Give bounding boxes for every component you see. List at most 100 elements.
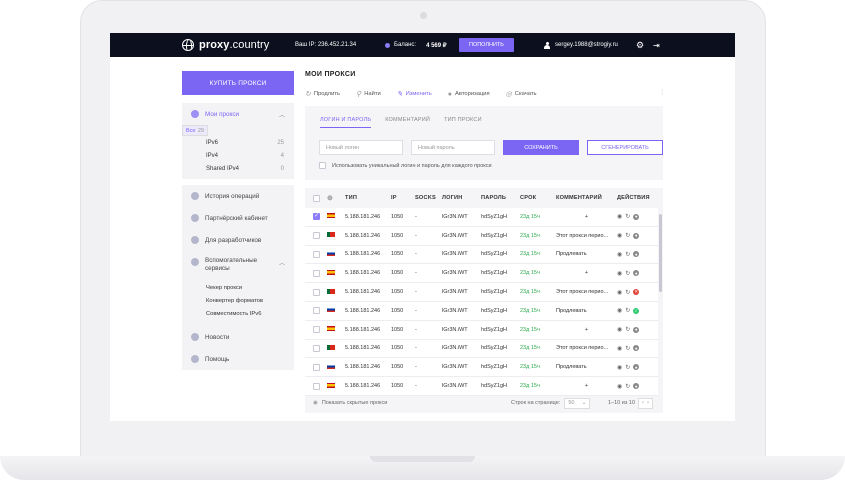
cell-comment[interactable]: Продлевать [556,251,617,257]
cell-comment[interactable]: + [556,327,617,333]
cell-comment[interactable]: Этот прокси перио... [556,345,617,351]
cell-comment[interactable]: + [556,270,617,276]
refresh-icon[interactable]: ↻ [625,251,630,258]
cell-comment[interactable]: + [556,214,617,220]
eye-icon[interactable]: ◉ [617,289,622,296]
refresh-icon[interactable]: ↻ [625,213,630,220]
col-type[interactable]: ТИП [345,195,391,201]
refresh-icon[interactable]: ↻ [625,307,630,314]
tab-login-password[interactable]: ЛОГИН И ПАРОЛЬ [320,117,372,128]
show-hidden-toggle[interactable]: ◉ Показать скрытые прокси [313,400,387,406]
col-term[interactable]: СРОК [520,195,556,201]
eye-icon[interactable]: ◉ [617,213,622,220]
filter-ipv4[interactable]: IPv4 4 [182,149,294,162]
unique-credentials-option[interactable]: Использовать уникальный логин и пароль д… [319,162,492,169]
prev-page-icon[interactable]: ‹ [642,400,644,406]
refresh-icon[interactable]: ↻ [625,326,630,333]
col-password[interactable]: ПАРОЛЬ [481,195,520,201]
select-all-checkbox[interactable] [312,194,320,202]
columns-settings-icon[interactable]: ⫶ [661,90,663,98]
tab-comment[interactable]: КОММЕНТАРИЙ [385,117,430,128]
filter-all[interactable]: Все 29 [182,125,208,136]
status-icon[interactable]: ● [633,383,640,390]
row-checkbox[interactable] [312,288,320,296]
logo[interactable]: proxy.country [182,39,269,51]
status-icon[interactable]: ● [633,326,640,333]
unique-checkbox[interactable] [319,162,326,169]
eye-icon[interactable]: ◉ [617,307,622,314]
col-socks[interactable]: SOCKS [415,195,442,201]
table-row[interactable]: 5.188.181.246 1050 - lGr3N.iWT hdSyZ1gH 23д 1… [305,264,658,284]
eye-icon[interactable]: ◉ [617,345,622,352]
status-icon[interactable]: ● [633,270,640,277]
col-ip[interactable]: IP [391,195,415,201]
eye-icon[interactable]: ◉ [617,251,622,258]
sidebar-item-history[interactable]: История операций [182,185,294,207]
refresh-icon[interactable]: ↻ [625,289,630,296]
table-row[interactable]: 5.188.181.246 1050 - lGr3N.iWT hdSyZ1gH 23д 1… [305,339,658,359]
eye-icon[interactable]: ◉ [617,383,622,390]
service-checker[interactable]: Чекер прокси [182,281,294,294]
next-page-icon[interactable]: › [647,400,649,406]
buy-proxy-button[interactable]: КУПИТЬ ПРОКСИ [182,71,294,95]
sidebar-item-developers[interactable]: Для разработчиков [182,229,294,251]
user-menu[interactable]: sergey.1988@strogiy.ru [544,41,618,49]
gear-icon[interactable]: ⚙ [636,40,644,51]
filter-shared-ipv4[interactable]: Shared IPv4 0 [182,162,294,175]
table-row[interactable]: 5.188.181.246 1050 - lGr3N.iWT hdSyZ1gH 23д 1… [305,226,658,246]
find-button[interactable]: ⚲ Найти [356,90,381,98]
table-row[interactable]: 5.188.181.246 1050 - lGr3N.iWT hdSyZ1gH 23д 1… [305,245,658,265]
eye-icon[interactable]: ◉ [617,364,622,371]
status-icon[interactable]: ● [633,232,640,239]
table-row[interactable]: 5.188.181.246 1050 - lGr3N.iWT hdSyZ1gH 23д 1… [305,208,658,227]
sidebar-item-partner[interactable]: Партнёрский кабинет [182,207,294,229]
table-row[interactable]: 5.188.181.246 1050 - lGr3N.iWT hdSyZ1gH 23д 1… [305,283,658,302]
per-page-select[interactable]: 50 ⌄ [564,397,591,409]
cell-comment[interactable]: Продлевать [556,308,617,314]
service-ipv6[interactable]: Совместимость IPv6 [182,307,294,320]
refresh-icon[interactable]: ↻ [625,270,630,277]
status-icon[interactable]: ● [633,251,640,258]
row-checkbox[interactable] [312,382,320,390]
status-icon[interactable]: ● [633,213,640,220]
edit-button[interactable]: ✎ Изменить [397,90,432,98]
col-comment[interactable]: КОММЕНТАРИЙ [556,195,617,201]
sidebar-item-news[interactable]: Новости [182,326,294,348]
status-icon[interactable]: ● [633,345,640,352]
cell-comment[interactable]: Этот прокси перио... [556,289,617,295]
sidebar-item-my-proxies[interactable]: Мои прокси ︿ [182,103,294,125]
eye-icon[interactable]: ◉ [617,270,622,277]
row-checkbox[interactable] [312,326,320,334]
refresh-icon[interactable]: ↻ [625,383,630,390]
auth-button[interactable]: ● Авторизация [448,91,490,98]
login-input[interactable]: Новый логин [319,140,403,155]
logout-icon[interactable]: ⇥ [653,41,660,50]
status-icon[interactable]: ● [633,364,640,371]
tab-proxy-type[interactable]: ТИП ПРОКСИ [444,117,482,128]
table-row[interactable]: 5.188.181.246 1050 - lGr3N.iWT hdSyZ1gH 23д 1… [305,358,658,378]
eye-icon[interactable]: ◉ [617,232,622,239]
refresh-icon[interactable]: ↻ [625,345,630,352]
table-row[interactable]: 5.188.181.246 1050 - lGr3N.iWT hdSyZ1gH 23д 1… [305,301,658,321]
save-button[interactable]: СОХРАНИТЬ [503,140,579,155]
download-button[interactable]: ◎ Скачать [506,90,537,98]
service-converter[interactable]: Конвертер форматов [182,294,294,307]
table-scrollbar[interactable] [659,214,662,292]
password-input[interactable]: Новый пароль [411,140,495,155]
generate-button[interactable]: СГЕНЕРИРОВАТЬ [587,140,663,155]
cell-comment[interactable]: Продлевать [556,364,617,370]
row-checkbox[interactable] [312,363,320,371]
topup-button[interactable]: ПОПОЛНИТЬ [459,38,514,52]
row-checkbox[interactable] [312,212,320,221]
refresh-icon[interactable]: ↻ [625,364,630,371]
cell-comment[interactable]: + [556,383,617,389]
eye-icon[interactable]: ◉ [617,326,622,333]
extend-button[interactable]: ↻ Продлить [305,90,340,98]
cell-comment[interactable]: Этот прокси перио... [556,233,617,239]
status-icon[interactable]: ✓ [633,307,640,314]
row-checkbox[interactable] [312,307,320,315]
sidebar-item-services[interactable]: Вспомогательные сервисы ︿ [182,251,294,281]
table-row[interactable]: 5.188.181.246 1050 - lGr3N.iWT hdSyZ1gH 23д 1… [305,320,658,340]
sidebar-item-help[interactable]: Помощь [182,348,294,370]
row-checkbox[interactable] [312,250,320,258]
